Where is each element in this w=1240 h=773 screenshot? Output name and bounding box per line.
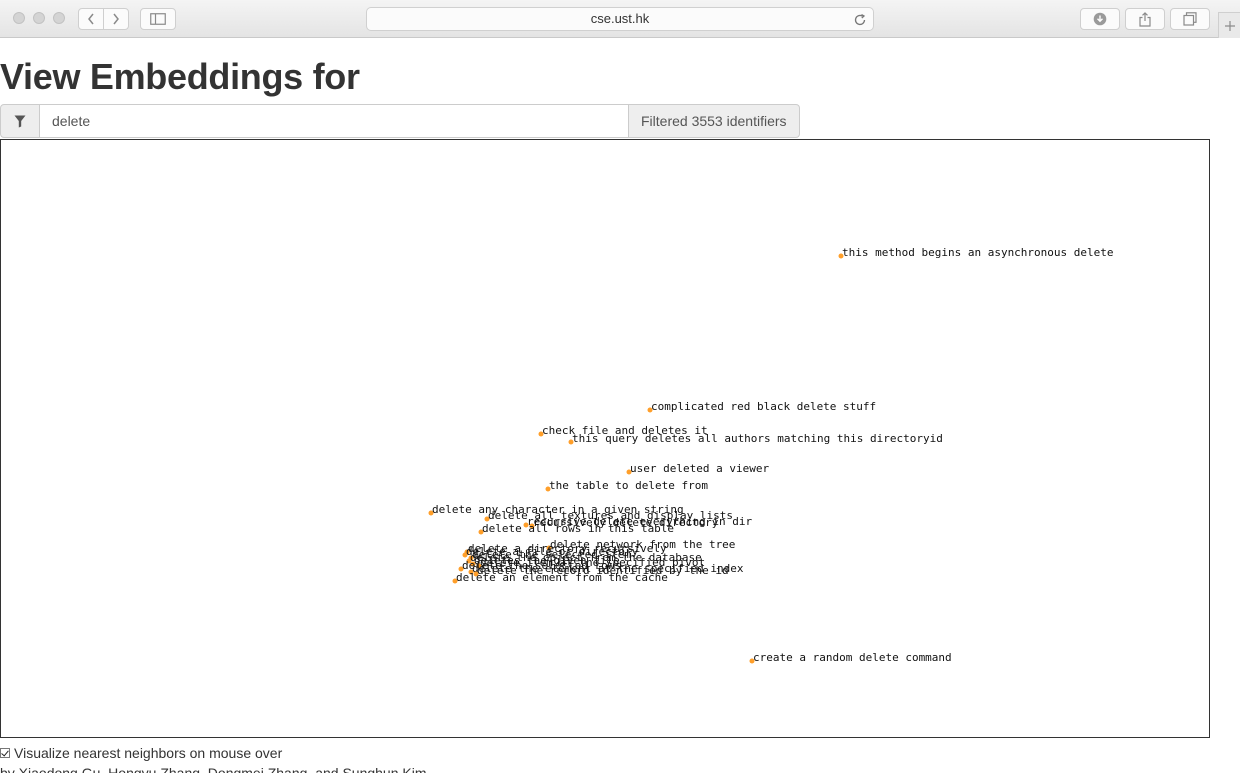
scatter-point[interactable]: this query deletes all authors matching … xyxy=(568,432,943,445)
downloads-button[interactable] xyxy=(1080,8,1120,30)
share-button[interactable] xyxy=(1125,8,1165,30)
scatter-point[interactable]: user deleted a viewer xyxy=(626,462,770,475)
point-label: delete all rows in this table xyxy=(482,522,674,535)
point-label: this query deletes all authors matching … xyxy=(572,432,943,445)
tabs-icon xyxy=(1183,12,1197,26)
nearest-neighbors-option[interactable]: Visualize nearest neighbors on mouse ove… xyxy=(0,745,282,761)
filter-count-label: Filtered 3553 identifiers xyxy=(629,104,800,138)
scatter-point[interactable]: delete all rows in this table xyxy=(478,522,675,535)
scatter-point[interactable]: create a random delete command xyxy=(749,651,952,664)
credits-text: by Xiaodong Gu, Hongyu Zhang, Dongmei Zh… xyxy=(0,765,427,773)
point-label: this method begins an asynchronous delet… xyxy=(842,246,1114,259)
scatter-point[interactable]: delete an element from the cache xyxy=(452,571,668,584)
forward-button[interactable] xyxy=(103,8,129,30)
chevron-left-icon xyxy=(88,13,94,25)
minimize-window-button[interactable] xyxy=(33,12,45,24)
embedding-scatter[interactable]: this method begins an asynchronous delet… xyxy=(1,140,1209,737)
point-label: the table to delete from xyxy=(549,479,708,492)
filter-bar: Filtered 3553 identifiers xyxy=(0,104,800,138)
back-button[interactable] xyxy=(78,8,104,30)
plus-icon xyxy=(1224,20,1235,31)
close-window-button[interactable] xyxy=(13,12,25,24)
point-label: delete an element from the cache xyxy=(456,571,668,584)
point-label: complicated red black delete stuff xyxy=(651,400,876,413)
sidebar-button[interactable] xyxy=(140,8,176,30)
address-bar[interactable]: cse.ust.hk xyxy=(366,7,874,31)
scatter-point[interactable]: this method begins an asynchronous delet… xyxy=(838,246,1114,259)
filter-icon xyxy=(14,115,26,127)
scatter-point[interactable]: complicated red black delete stuff xyxy=(647,400,877,413)
point-label: user deleted a viewer xyxy=(630,462,769,475)
new-tab-button[interactable] xyxy=(1218,12,1240,38)
download-icon xyxy=(1093,12,1107,26)
url-text: cse.ust.hk xyxy=(590,11,650,26)
point-label: create a random delete command xyxy=(753,651,952,664)
browser-toolbar: cse.ust.hk xyxy=(0,0,1240,38)
tabs-button[interactable] xyxy=(1170,8,1210,30)
embedding-plot[interactable]: this method begins an asynchronous delet… xyxy=(0,139,1210,738)
reload-icon[interactable] xyxy=(853,12,867,34)
zoom-window-button[interactable] xyxy=(53,12,65,24)
share-icon xyxy=(1139,11,1151,27)
nearest-neighbors-checkbox[interactable] xyxy=(0,748,10,758)
chevron-right-icon xyxy=(113,13,119,25)
filter-input[interactable] xyxy=(40,104,629,138)
scatter-point[interactable]: the table to delete from xyxy=(545,479,709,492)
nearest-neighbors-label: Visualize nearest neighbors on mouse ove… xyxy=(14,745,283,761)
filter-button[interactable] xyxy=(0,104,40,138)
sidebar-icon xyxy=(150,13,166,25)
page-title: View Embeddings for xyxy=(0,56,360,97)
